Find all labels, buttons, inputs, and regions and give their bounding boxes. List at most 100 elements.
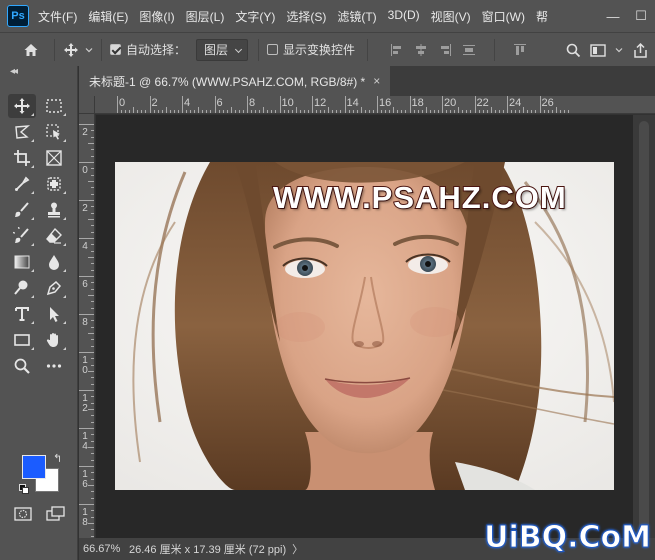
- zoom-tool[interactable]: [8, 354, 36, 378]
- scrollbar-thumb[interactable]: [639, 121, 649, 531]
- vertical-scrollbar[interactable]: [633, 115, 655, 538]
- ruler-tick: [88, 333, 94, 334]
- ruler-tick: [259, 110, 261, 113]
- ruler-label: 1 6: [82, 469, 88, 490]
- search-icon[interactable]: [566, 43, 581, 58]
- foreground-color-swatch[interactable]: [22, 455, 46, 479]
- quick-mask-icon[interactable]: [14, 506, 32, 522]
- options-bar: 自动选择： 图层 显示变换控件: [0, 32, 655, 66]
- ruler-tick: [88, 371, 94, 372]
- menu-item[interactable]: 图像(I): [139, 8, 174, 25]
- menu-item[interactable]: 视图(V): [431, 8, 471, 25]
- align-horizontal-centers-icon[interactable]: [414, 43, 428, 57]
- show-transform-option[interactable]: 显示变换控件: [267, 41, 355, 58]
- window-controls: — ☐: [599, 0, 655, 32]
- status-menu-icon[interactable]: 〉: [292, 541, 303, 557]
- eraser-tool[interactable]: [40, 224, 68, 248]
- ruler-tick: [291, 110, 293, 113]
- align-left-edges-icon[interactable]: [390, 43, 404, 57]
- object-selection-tool[interactable]: [40, 120, 68, 144]
- menu-item[interactable]: 文字(Y): [235, 8, 275, 25]
- ruler-tick: [446, 110, 448, 113]
- gradient-icon: [14, 255, 30, 269]
- menu-item[interactable]: 3D(D): [388, 8, 420, 25]
- minimize-button[interactable]: —: [599, 9, 627, 24]
- ruler-tick: [287, 110, 289, 113]
- ruler-tick: [332, 110, 334, 113]
- menu-item[interactable]: 文件(F): [38, 8, 77, 25]
- move-tool[interactable]: [8, 94, 36, 118]
- move-icon: [14, 98, 30, 114]
- document-tab[interactable]: 未标题-1 @ 66.7% (WWW.PSAHZ.COM, RGB/8#) * …: [79, 66, 391, 96]
- path-selection-tool[interactable]: [40, 302, 68, 326]
- canvas-workspace[interactable]: WWW.PSAHZ.COM: [96, 115, 633, 538]
- site-logo: UiBQ.CoM: [484, 520, 652, 556]
- auto-select-target-dropdown[interactable]: 图层: [196, 38, 249, 61]
- move-tool-preset[interactable]: [63, 42, 93, 58]
- spot-healing-tool[interactable]: [40, 172, 68, 196]
- separator: [54, 38, 55, 61]
- ruler-tick: [385, 110, 387, 113]
- marquee-tool[interactable]: [40, 94, 68, 118]
- gradient-tool[interactable]: [8, 250, 36, 274]
- ruler-tick: [198, 107, 200, 113]
- ruler-origin[interactable]: [79, 96, 95, 114]
- auto-select-checkbox[interactable]: [110, 44, 121, 55]
- lasso-tool[interactable]: [8, 120, 36, 144]
- ruler-tick: [79, 314, 94, 315]
- blur-tool[interactable]: [40, 250, 68, 274]
- history-brush-tool[interactable]: [8, 224, 36, 248]
- screen-mode-icon[interactable]: [46, 506, 66, 522]
- type-tool[interactable]: [8, 302, 36, 326]
- align-right-edges-icon[interactable]: [438, 43, 452, 57]
- pen-tool[interactable]: [40, 276, 68, 300]
- ruler-tick: [79, 466, 94, 467]
- ruler-tick: [247, 96, 248, 113]
- ruler-tick: [230, 107, 232, 113]
- menu-item[interactable]: 选择(S): [286, 8, 326, 25]
- close-tab-icon[interactable]: ×: [373, 74, 380, 88]
- ruler-tick: [368, 110, 370, 113]
- workspace-icon[interactable]: [590, 43, 606, 58]
- share-icon[interactable]: [632, 42, 649, 59]
- brush-tool[interactable]: [8, 198, 36, 222]
- ruler-tick: [91, 339, 94, 341]
- menu-item[interactable]: 图层(L): [186, 8, 225, 25]
- document-canvas[interactable]: WWW.PSAHZ.COM: [115, 162, 614, 490]
- ruler-tick: [206, 110, 208, 113]
- collapse-panel-icon[interactable]: ◂◂: [10, 66, 18, 77]
- home-button[interactable]: [16, 42, 46, 58]
- stamp-tool[interactable]: [40, 198, 68, 222]
- dodge-tool[interactable]: [8, 276, 36, 300]
- ruler-tick: [91, 358, 94, 360]
- distribute-vertical-icon[interactable]: [462, 43, 476, 57]
- menu-item[interactable]: 窗口(W): [482, 8, 525, 25]
- auto-select-option[interactable]: 自动选择：: [110, 41, 186, 58]
- show-transform-checkbox[interactable]: [267, 44, 279, 55]
- menu-item[interactable]: 滤镜(T): [337, 8, 376, 25]
- ruler-tick: [165, 107, 167, 113]
- align-top-edges-icon[interactable]: [513, 43, 527, 57]
- menu-item[interactable]: 帮: [536, 8, 548, 25]
- maximize-button[interactable]: ☐: [627, 8, 655, 24]
- frame-tool[interactable]: [40, 146, 68, 170]
- ruler-tick: [91, 307, 94, 309]
- ruler-tick: [222, 110, 224, 113]
- horizontal-ruler[interactable]: 0 2 4 6 8 10 12 14 16 18 20 22 24 26: [79, 96, 655, 114]
- ruler-tick: [149, 96, 151, 113]
- eyedropper-tool[interactable]: [8, 172, 36, 196]
- ruler-tick: [91, 478, 94, 480]
- rectangle-tool[interactable]: [8, 328, 36, 352]
- swap-colors-icon[interactable]: ↰: [53, 452, 62, 465]
- menu-item[interactable]: 编辑(E): [88, 8, 128, 25]
- edit-toolbar-button[interactable]: [40, 354, 68, 378]
- hand-tool[interactable]: [40, 328, 68, 352]
- crop-tool[interactable]: [8, 146, 36, 170]
- ruler-tick: [356, 110, 358, 113]
- ruler-tick: [344, 96, 346, 113]
- vertical-ruler[interactable]: 2 0 2 4 6 8 1 0 1 2 1 4 1 6 1 8: [79, 114, 95, 538]
- default-colors-icon[interactable]: [19, 484, 29, 494]
- zoom-level[interactable]: 66.67%: [79, 543, 129, 555]
- ruler-tick: [91, 155, 94, 157]
- chevron-down-icon[interactable]: [615, 46, 623, 54]
